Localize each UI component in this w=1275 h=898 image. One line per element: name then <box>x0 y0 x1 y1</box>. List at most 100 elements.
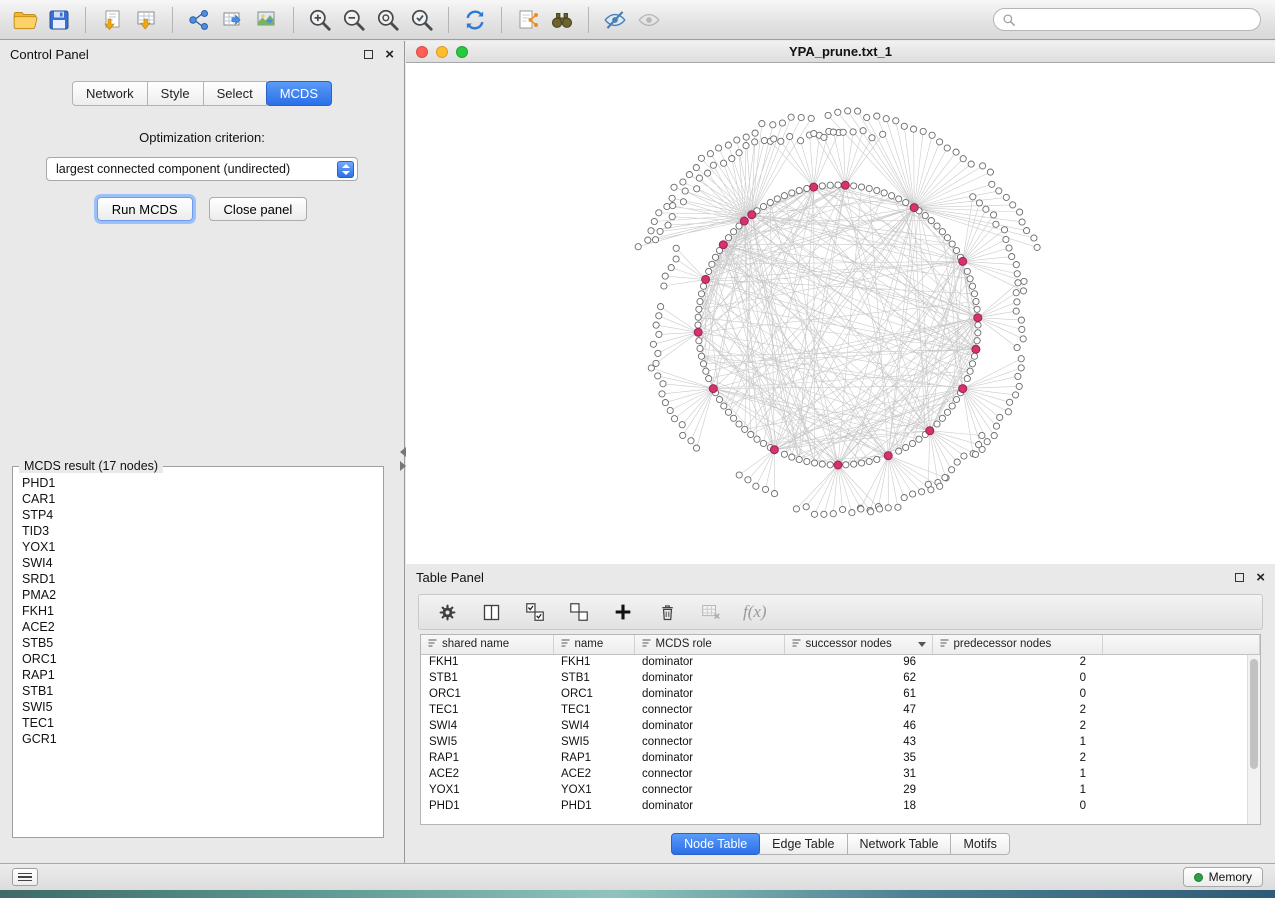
export-table-button[interactable] <box>216 4 250 36</box>
cell-predecessors[interactable]: 0 <box>932 798 1102 814</box>
open-session-button[interactable] <box>8 4 42 36</box>
close-panel-button[interactable]: Close panel <box>209 197 308 221</box>
cell-name[interactable]: SWI4 <box>553 718 634 734</box>
zoom-fit-button[interactable] <box>371 4 405 36</box>
cell-sharedname[interactable]: ORC1 <box>421 686 553 702</box>
cell-role[interactable]: connector <box>634 734 784 750</box>
list-item[interactable]: SWI5 <box>15 699 381 715</box>
zoom-selected-button[interactable] <box>405 4 439 36</box>
float-window-icon[interactable] <box>1235 573 1244 582</box>
cell-successors[interactable]: 47 <box>784 702 932 718</box>
export-image-button[interactable] <box>250 4 284 36</box>
cell-role[interactable]: connector <box>634 702 784 718</box>
list-item[interactable]: STB1 <box>15 683 381 699</box>
list-item[interactable]: RAP1 <box>15 667 381 683</box>
table-row[interactable]: STB1STB1dominator620 <box>421 670 1260 686</box>
collapse-left-icon[interactable] <box>400 447 406 457</box>
minimize-window-icon[interactable] <box>436 46 448 58</box>
list-item[interactable]: CAR1 <box>15 491 381 507</box>
cell-predecessors[interactable]: 2 <box>932 702 1102 718</box>
cell-fill[interactable] <box>1102 782 1260 798</box>
close-panel-icon[interactable]: × <box>1256 570 1265 585</box>
zoom-in-button[interactable] <box>303 4 337 36</box>
network-graph[interactable] <box>406 63 1275 564</box>
split-pane-controls[interactable] <box>398 446 408 474</box>
share-document-button[interactable] <box>511 4 545 36</box>
table-row[interactable]: YOX1YOX1connector291 <box>421 782 1260 798</box>
cell-successors[interactable]: 46 <box>784 718 932 734</box>
table-row[interactable]: FKH1FKH1dominator962 <box>421 654 1260 670</box>
cell-name[interactable]: ACE2 <box>553 766 634 782</box>
table-row[interactable]: TEC1TEC1connector472 <box>421 702 1260 718</box>
cell-sharedname[interactable]: STB1 <box>421 670 553 686</box>
cell-name[interactable]: RAP1 <box>553 750 634 766</box>
cell-fill[interactable] <box>1102 718 1260 734</box>
column-header-name[interactable]: name <box>553 635 634 654</box>
hide-details-button[interactable] <box>598 4 632 36</box>
delete-column-button[interactable] <box>655 600 679 624</box>
cell-predecessors[interactable]: 0 <box>932 670 1102 686</box>
column-header-shared-name[interactable]: shared name <box>421 635 553 654</box>
mcds-result-list[interactable]: PHD1CAR1STP4TID3YOX1SWI4SRD1PMA2FKH1ACE2… <box>15 475 381 835</box>
table-row[interactable]: RAP1RAP1dominator352 <box>421 750 1260 766</box>
cell-fill[interactable] <box>1102 654 1260 670</box>
cell-role[interactable]: dominator <box>634 654 784 670</box>
cell-name[interactable]: YOX1 <box>553 782 634 798</box>
cell-sharedname[interactable]: PHD1 <box>421 798 553 814</box>
cell-sharedname[interactable]: RAP1 <box>421 750 553 766</box>
list-item[interactable]: SWI4 <box>15 555 381 571</box>
memory-button[interactable]: Memory <box>1183 867 1263 887</box>
cell-predecessors[interactable]: 1 <box>932 734 1102 750</box>
new-network-button[interactable] <box>182 4 216 36</box>
cell-role[interactable]: dominator <box>634 718 784 734</box>
cell-sharedname[interactable]: SWI4 <box>421 718 553 734</box>
cell-name[interactable]: TEC1 <box>553 702 634 718</box>
cell-role[interactable]: dominator <box>634 798 784 814</box>
column-header-mcds-role[interactable]: MCDS role <box>634 635 784 654</box>
tab-motifs[interactable]: Motifs <box>950 833 1009 855</box>
delete-table-button[interactable] <box>699 600 723 624</box>
cell-sharedname[interactable]: ACE2 <box>421 766 553 782</box>
list-item[interactable]: ACE2 <box>15 619 381 635</box>
list-item[interactable]: SRD1 <box>15 571 381 587</box>
table-settings-button[interactable] <box>435 600 459 624</box>
close-window-icon[interactable] <box>416 46 428 58</box>
list-item[interactable]: STP4 <box>15 507 381 523</box>
cell-role[interactable]: connector <box>634 766 784 782</box>
function-builder-button[interactable]: f(x) <box>743 602 767 622</box>
import-network-button[interactable] <box>95 4 129 36</box>
cell-predecessors[interactable]: 1 <box>932 782 1102 798</box>
list-item[interactable]: ORC1 <box>15 651 381 667</box>
cell-name[interactable]: ORC1 <box>553 686 634 702</box>
cell-successors[interactable]: 61 <box>784 686 932 702</box>
cell-role[interactable]: dominator <box>634 750 784 766</box>
cell-fill[interactable] <box>1102 798 1260 814</box>
list-item[interactable]: STB5 <box>15 635 381 651</box>
cell-name[interactable]: FKH1 <box>553 654 634 670</box>
column-header-predecessor-nodes[interactable]: predecessor nodes <box>932 635 1102 654</box>
cell-predecessors[interactable]: 0 <box>932 686 1102 702</box>
list-item[interactable]: PMA2 <box>15 587 381 603</box>
cell-sharedname[interactable]: SWI5 <box>421 734 553 750</box>
show-details-button[interactable] <box>632 4 666 36</box>
zoom-out-button[interactable] <box>337 4 371 36</box>
import-table-button[interactable] <box>129 4 163 36</box>
tab-node-table[interactable]: Node Table <box>671 833 760 855</box>
cell-successors[interactable]: 18 <box>784 798 932 814</box>
list-item[interactable]: GCR1 <box>15 731 381 747</box>
cell-fill[interactable] <box>1102 734 1260 750</box>
refresh-button[interactable] <box>458 4 492 36</box>
scrollbar-thumb[interactable] <box>1250 659 1258 769</box>
search-network-button[interactable] <box>545 4 579 36</box>
search-input[interactable] <box>1016 13 1260 27</box>
tab-style[interactable]: Style <box>147 81 204 106</box>
tab-edge-table[interactable]: Edge Table <box>759 833 847 855</box>
cell-successors[interactable]: 43 <box>784 734 932 750</box>
chevron-down-icon[interactable] <box>918 642 926 647</box>
list-item[interactable]: TID3 <box>15 523 381 539</box>
cell-predecessors[interactable]: 2 <box>932 718 1102 734</box>
network-window-titlebar[interactable]: YPA_prune.txt_1 <box>406 41 1275 63</box>
cell-successors[interactable]: 31 <box>784 766 932 782</box>
list-item[interactable]: YOX1 <box>15 539 381 555</box>
cell-role[interactable]: connector <box>634 782 784 798</box>
